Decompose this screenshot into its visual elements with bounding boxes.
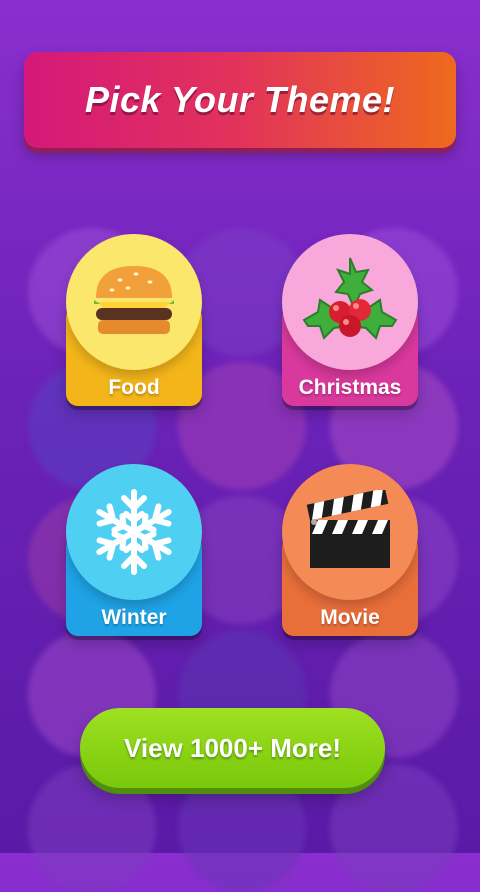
tile-label: Winter [101,606,167,629]
holly-icon [302,257,398,340]
view-more-label: View 1000+ More! [123,732,342,763]
tile-label: Movie [320,606,380,629]
theme-tile-movie[interactable]: Movie [282,464,418,636]
tile-disc [66,234,202,370]
page-title: Pick Your Theme! [84,79,396,120]
tile-label: Christmas [298,376,402,399]
theme-tile-food[interactable]: Food [66,234,202,406]
clapperboard-icon [306,490,390,568]
theme-tile-christmas[interactable]: Christmas [282,234,418,406]
tile-label: Food [108,376,160,399]
burger-icon [94,266,174,334]
theme-tile-winter[interactable]: Winter [66,464,202,636]
view-more-button[interactable]: View 1000+ More! [80,708,385,788]
tile-disc [282,234,418,370]
tile-disc [282,464,418,600]
snowflake-icon [96,489,172,575]
title-banner: Pick Your Theme! [24,52,456,148]
tile-disc [66,464,202,600]
